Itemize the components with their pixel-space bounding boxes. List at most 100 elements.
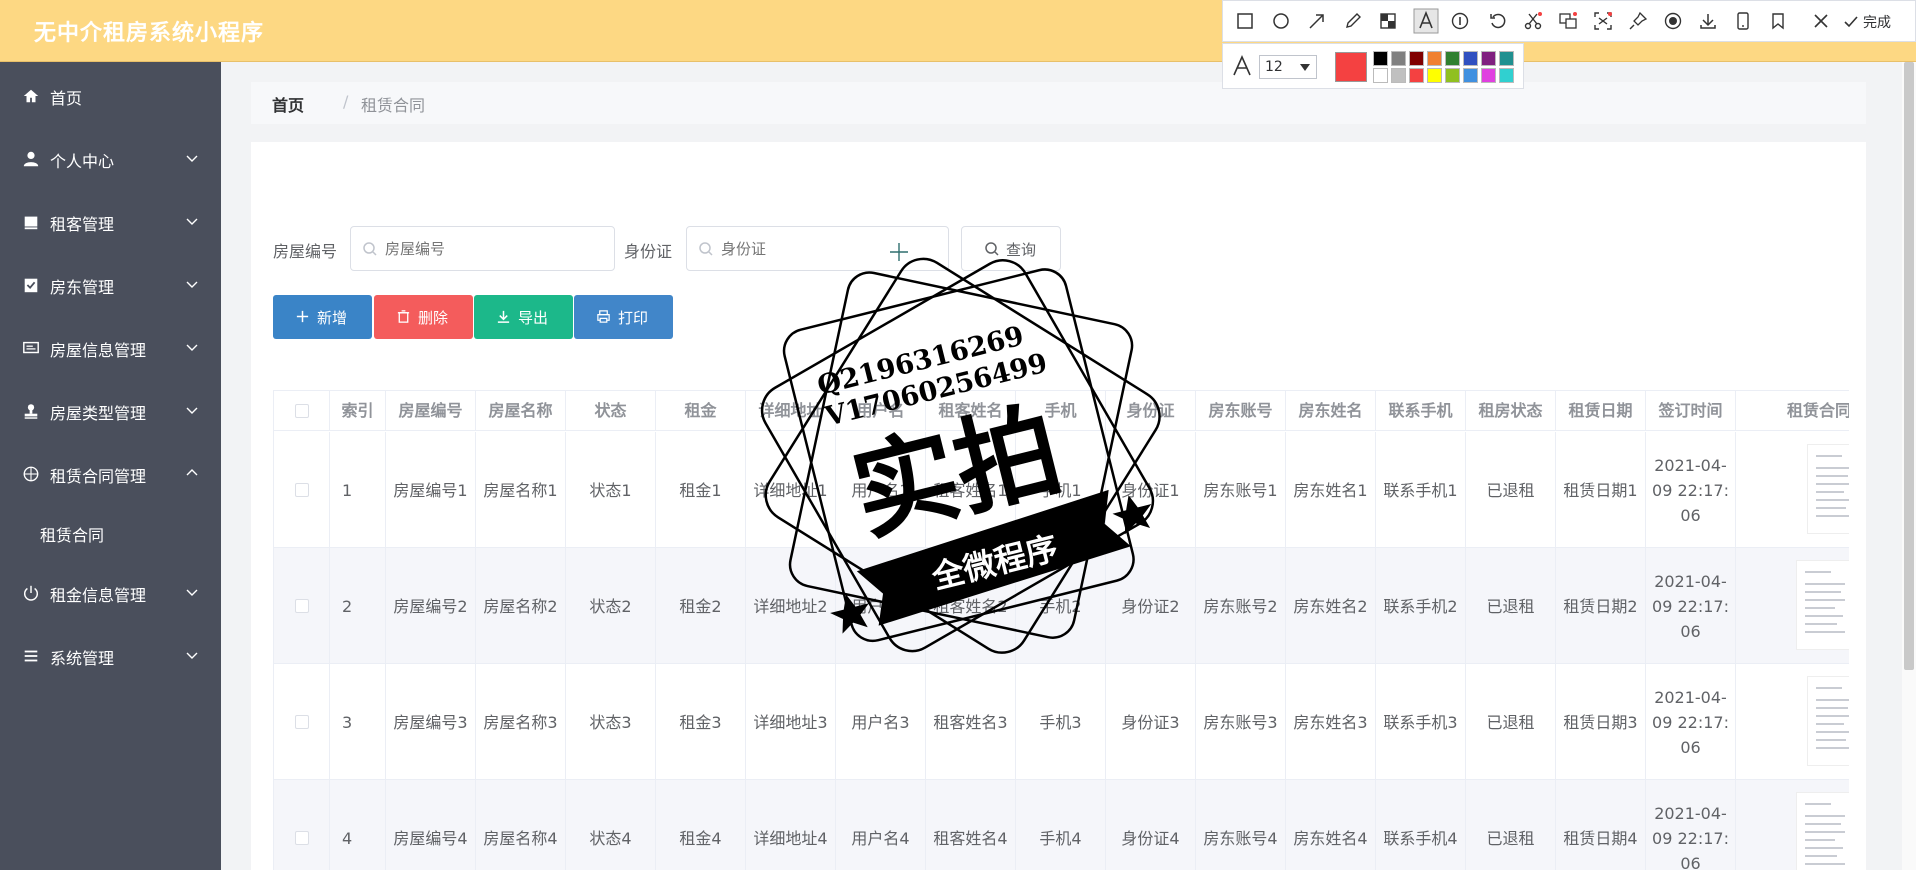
- sidebar-item-lease-contract-management[interactable]: 租赁合同管理: [0, 452, 221, 496]
- column-header[interactable]: 签订时间: [1646, 391, 1736, 431]
- table-cell: 已退租: [1466, 432, 1556, 548]
- chevron-down-icon: [186, 344, 198, 351]
- app-title: 无中介租房系统小程序: [34, 21, 265, 46]
- add-button[interactable]: 新增: [273, 295, 372, 339]
- column-header[interactable]: 租赁合同: [1736, 391, 1849, 431]
- color-swatch[interactable]: [1409, 68, 1424, 83]
- sidebar-item-rent-info-management[interactable]: 租金信息管理: [0, 571, 221, 615]
- ellipse-icon[interactable]: [1271, 11, 1291, 31]
- download-icon[interactable]: [1698, 11, 1718, 31]
- table-cell: 房屋名称3: [476, 664, 566, 780]
- arrow-icon[interactable]: [1307, 11, 1327, 31]
- sidebar: 首页 个人中心 租客管理 房东管理 房屋信息管理 房屋类型管理 租赁合同管理 租…: [0, 62, 221, 870]
- color-swatch[interactable]: [1499, 68, 1514, 83]
- table-cell: 租赁日期1: [1556, 432, 1646, 548]
- color-swatch[interactable]: [1445, 51, 1460, 66]
- color-swatch[interactable]: [1463, 51, 1478, 66]
- color-swatch[interactable]: [1391, 68, 1406, 83]
- color-swatch[interactable]: [1481, 68, 1496, 83]
- print-button[interactable]: 打印: [574, 295, 673, 339]
- contract-thumbnail[interactable]: [1807, 444, 1849, 534]
- table-cell: 已退租: [1466, 548, 1556, 664]
- text-icon[interactable]: [1413, 8, 1439, 34]
- sidebar-item-house-type-management[interactable]: 房屋类型管理: [0, 389, 221, 433]
- row-select-cell: [274, 780, 330, 870]
- column-header[interactable]: 租金: [656, 391, 746, 431]
- column-header[interactable]: 租赁日期: [1556, 391, 1646, 431]
- column-header[interactable]: 房屋编号: [386, 391, 476, 431]
- table-row[interactable]: 3 房屋编号3 房屋名称3 状态3 租金3 详细地址3 用户名3 租客姓名3 手…: [274, 664, 1849, 780]
- mosaic-icon[interactable]: [1378, 11, 1398, 31]
- table-cell: 联系手机3: [1376, 664, 1466, 780]
- page-scrollbar-thumb[interactable]: [1904, 62, 1914, 670]
- close-icon[interactable]: [1811, 11, 1831, 31]
- pin-icon[interactable]: [1628, 11, 1648, 31]
- row-checkbox[interactable]: [294, 715, 309, 729]
- ocr-icon[interactable]: [1593, 11, 1613, 31]
- sidebar-item-landlord-management[interactable]: 房东管理: [0, 263, 221, 307]
- chevron-up-icon: [186, 469, 198, 476]
- select-all-header: [274, 391, 330, 431]
- column-header[interactable]: 索引: [330, 391, 386, 431]
- color-swatch[interactable]: [1373, 68, 1388, 83]
- color-swatch[interactable]: [1481, 51, 1496, 66]
- column-header[interactable]: 联系手机: [1376, 391, 1466, 431]
- table-cell: 详细地址3: [746, 664, 836, 780]
- bookmark-icon[interactable]: [1768, 11, 1788, 31]
- column-header[interactable]: 房东账号: [1196, 391, 1286, 431]
- sidebar-subitem-lease-contract[interactable]: 租赁合同: [0, 511, 221, 555]
- color-swatch[interactable]: [1391, 51, 1406, 66]
- column-header[interactable]: 房东姓名: [1286, 391, 1376, 431]
- sidebar-item-system-management[interactable]: 系统管理: [0, 634, 221, 678]
- chevron-down-icon: [186, 281, 198, 288]
- color-swatch[interactable]: [1409, 51, 1424, 66]
- table-cell: 已退租: [1466, 780, 1556, 870]
- color-swatch[interactable]: [1427, 68, 1442, 83]
- plus-icon: [296, 310, 309, 323]
- list-icon: [24, 650, 38, 662]
- home-icon: [23, 89, 39, 103]
- monitor-icon: [23, 341, 39, 354]
- table-cell: 状态2: [566, 548, 656, 664]
- phone-icon[interactable]: [1733, 11, 1753, 31]
- row-checkbox[interactable]: [294, 599, 309, 613]
- font-size-select[interactable]: 12: [1259, 55, 1317, 79]
- select-all-checkbox[interactable]: [294, 403, 309, 418]
- row-checkbox[interactable]: [294, 483, 309, 497]
- column-header[interactable]: 租房状态: [1466, 391, 1556, 431]
- contract-thumbnail[interactable]: [1796, 792, 1849, 870]
- color-swatch[interactable]: [1445, 68, 1460, 83]
- house-no-input[interactable]: [350, 226, 615, 271]
- chevron-down-icon: [186, 155, 198, 162]
- done-button[interactable]: 完成: [1843, 1, 1913, 43]
- pencil-icon[interactable]: [1343, 11, 1363, 31]
- sidebar-item-label: 租赁合同管理: [50, 467, 147, 486]
- stamp-icon: [24, 404, 38, 419]
- table-cell: 租赁日期2: [1556, 548, 1646, 664]
- sidebar-item-home[interactable]: 首页: [0, 74, 221, 118]
- number-icon[interactable]: [1450, 11, 1470, 31]
- color-swatch[interactable]: [1373, 51, 1388, 66]
- column-header[interactable]: 房屋名称: [476, 391, 566, 431]
- translate-icon[interactable]: [1558, 11, 1578, 31]
- table-cell: 2021-04-09 22:17:06: [1646, 780, 1736, 870]
- rectangle-icon[interactable]: [1235, 11, 1255, 31]
- export-button[interactable]: 导出: [474, 295, 573, 339]
- color-swatch[interactable]: [1463, 68, 1478, 83]
- current-color-swatch[interactable]: [1335, 52, 1367, 82]
- sidebar-item-tenant-management[interactable]: 租客管理: [0, 200, 221, 244]
- breadcrumb-home[interactable]: 首页: [272, 92, 304, 116]
- row-checkbox[interactable]: [294, 831, 309, 845]
- delete-button[interactable]: 删除: [374, 295, 473, 339]
- undo-icon[interactable]: [1488, 11, 1508, 31]
- column-header[interactable]: 状态: [566, 391, 656, 431]
- sidebar-item-house-info-management[interactable]: 房屋信息管理: [0, 326, 221, 370]
- contract-thumbnail[interactable]: [1807, 676, 1849, 766]
- cut-icon[interactable]: [1523, 11, 1543, 31]
- sidebar-item-personal-center[interactable]: 个人中心: [0, 137, 221, 181]
- color-swatch[interactable]: [1427, 51, 1442, 66]
- table-row[interactable]: 4 房屋编号4 房屋名称4 状态4 租金4 详细地址4 用户名4 租客姓名4 手…: [274, 780, 1849, 870]
- record-icon[interactable]: [1663, 11, 1683, 31]
- contract-thumbnail[interactable]: [1796, 560, 1849, 650]
- color-swatch[interactable]: [1499, 51, 1514, 66]
